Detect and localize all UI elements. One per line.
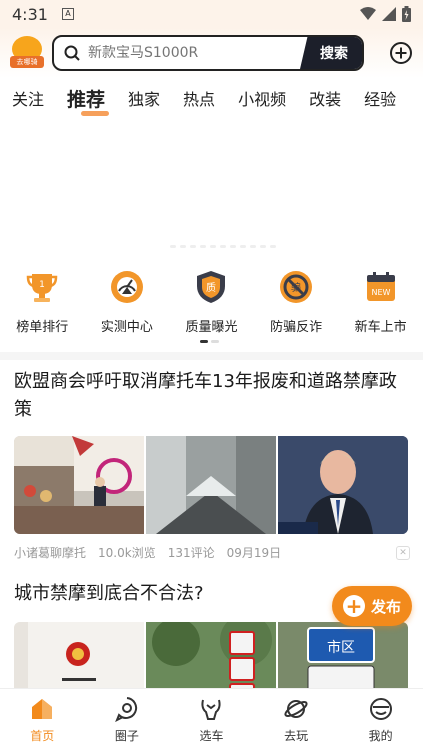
article-images xyxy=(14,436,410,534)
quick-nav-label: 新车上市 xyxy=(354,320,407,335)
quick-nav-pager xyxy=(200,340,219,343)
section-divider xyxy=(0,352,423,360)
calendar-new-icon: NEW xyxy=(362,268,400,306)
trophy-badge: 1 xyxy=(39,280,45,290)
wifi-icon xyxy=(360,7,376,20)
header: 去哪骑 搜索 xyxy=(0,28,423,78)
logo-text: 去哪骑 xyxy=(10,56,44,68)
planet-icon xyxy=(282,695,310,723)
shield-quality-icon: 质 xyxy=(192,268,230,306)
anti-fraud-icon: 骗 xyxy=(277,268,315,306)
circle-icon xyxy=(113,695,141,723)
article-author[interactable]: 小诸葛聊摩托 xyxy=(14,544,86,561)
search-bar[interactable]: 搜索 xyxy=(52,35,364,71)
nav-explore[interactable]: 去玩 xyxy=(266,695,326,744)
nav-label: 首页 xyxy=(30,729,55,743)
signal-icon xyxy=(382,7,396,21)
status-time: 4:31 xyxy=(12,4,48,24)
tab-short-video[interactable]: 小视频 xyxy=(238,86,286,110)
article-views: 10.0k浏览 xyxy=(98,546,156,560)
quick-nav-label: 质量曝光 xyxy=(185,320,238,335)
article-image[interactable] xyxy=(14,436,144,534)
new-badge: NEW xyxy=(371,288,390,297)
nav-home[interactable]: 首页 xyxy=(12,695,72,744)
add-circle-icon[interactable] xyxy=(389,41,413,65)
search-input[interactable] xyxy=(88,45,288,61)
gauge-icon xyxy=(108,268,146,306)
quick-nav: 1 榜单排行 实测中心 质 质量曝光 骗 防骗反诈 NEW 新车上市 xyxy=(0,268,423,338)
article-card[interactable]: 欧盟商会呼吁取消摩托车13年报废和道路禁摩政策 小诸葛聊摩托 10.0k浏览 1… xyxy=(14,368,410,561)
article-comments: 131评论 xyxy=(167,546,215,560)
nav-label: 去玩 xyxy=(284,729,309,743)
article-image[interactable] xyxy=(146,436,276,534)
dismiss-icon[interactable]: ✕ xyxy=(396,545,410,560)
article-date: 09月19日 xyxy=(226,546,282,560)
publish-button[interactable]: + 发布 xyxy=(332,586,412,626)
quick-nav-test-center[interactable]: 实测中心 xyxy=(87,268,167,338)
nav-profile[interactable]: 我的 xyxy=(351,695,411,744)
tab-recommend[interactable]: 推荐 xyxy=(67,85,110,116)
quick-nav-anti-fraud[interactable]: 骗 防骗反诈 xyxy=(256,268,336,338)
bottom-nav: 首页 圈子 选车 去玩 我的 xyxy=(0,688,423,753)
nav-choose-car[interactable]: 选车 xyxy=(181,695,241,744)
tab-exclusive[interactable]: 独家 xyxy=(128,86,160,110)
tab-modification[interactable]: 改装 xyxy=(309,86,341,110)
nav-label: 我的 xyxy=(368,729,393,743)
quick-nav-label: 实测中心 xyxy=(100,320,153,335)
nav-label: 圈子 xyxy=(114,729,139,743)
banner-carousel[interactable] xyxy=(0,120,423,255)
notification-a-icon: A xyxy=(61,8,74,20)
fraud-badge: 骗 xyxy=(291,281,301,294)
quick-nav-quality-exposure[interactable]: 质 质量曝光 xyxy=(171,268,251,338)
tab-experience[interactable]: 经验 xyxy=(364,86,396,110)
road-sign-text: 市区 xyxy=(327,639,355,656)
profile-icon xyxy=(367,695,395,723)
banner-indicator xyxy=(170,245,276,248)
article-title[interactable]: 欧盟商会呼吁取消摩托车13年报废和道路禁摩政策 xyxy=(14,368,410,424)
nav-label: 选车 xyxy=(199,729,224,743)
publish-label: 发布 xyxy=(370,597,401,616)
battery-icon xyxy=(402,6,411,22)
category-tabs: 关注 推荐 独家 热点 小视频 改装 经验 xyxy=(0,78,423,118)
search-icon xyxy=(64,45,80,61)
tab-hot[interactable]: 热点 xyxy=(183,86,215,110)
home-icon xyxy=(28,695,56,723)
quick-nav-new-cars[interactable]: NEW 新车上市 xyxy=(341,268,421,338)
article-image[interactable] xyxy=(278,436,408,534)
nav-circle[interactable]: 圈子 xyxy=(97,695,157,744)
quick-nav-ranking[interactable]: 1 榜单排行 xyxy=(2,268,82,338)
quick-nav-label: 防骗反诈 xyxy=(270,320,323,335)
motorcycle-icon xyxy=(197,695,225,723)
app-logo[interactable]: 去哪骑 xyxy=(10,36,44,70)
tab-follow[interactable]: 关注 xyxy=(12,86,44,110)
plus-icon: + xyxy=(342,595,365,617)
quick-nav-label: 榜单排行 xyxy=(16,320,69,335)
search-button[interactable]: 搜索 xyxy=(300,37,362,69)
trophy-icon: 1 xyxy=(23,268,61,306)
status-bar: 4:31 A xyxy=(0,0,423,28)
article-meta: 小诸葛聊摩托 10.0k浏览 131评论 09月19日 ✕ xyxy=(14,544,410,561)
shield-badge: 质 xyxy=(206,282,216,294)
status-icons xyxy=(360,6,411,22)
